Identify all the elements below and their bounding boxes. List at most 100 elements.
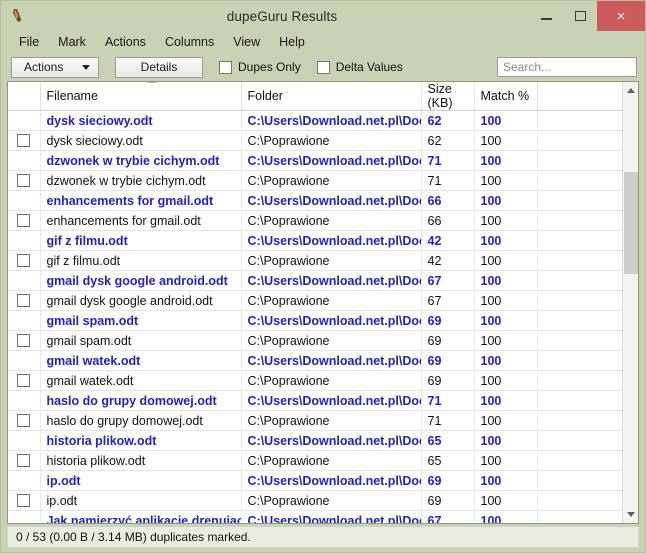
row-mark-cell[interactable] (8, 330, 41, 351)
sort-ascending-icon (147, 82, 156, 83)
checkbox-icon[interactable] (17, 494, 31, 508)
row-size-cell: 62 (421, 130, 475, 151)
row-folder-cell: C:\Poprawione (241, 490, 422, 511)
column-header-mark[interactable] (8, 82, 41, 111)
search-input[interactable]: Search... (497, 57, 637, 77)
results-table-scroll: Filename Folder Size (KB) Match % dysk s… (8, 82, 622, 523)
row-filler-cell (537, 290, 622, 311)
delta-values-checkbox[interactable]: Delta Values (316, 60, 403, 74)
row-filename-cell: gmail watek.odt (40, 370, 242, 391)
checkbox-icon[interactable] (17, 334, 31, 348)
menu-item-mark[interactable]: Mark (50, 33, 97, 51)
column-header-match[interactable]: Match % (474, 82, 538, 111)
table-row[interactable]: haslo do grupy domowej.odt C:\Users\Downl… (8, 390, 622, 411)
row-mark-cell[interactable] (8, 490, 41, 511)
row-folder-cell: C:\Users\Download.net.pl\Docum... (241, 430, 422, 451)
row-filler-cell (537, 450, 622, 471)
row-match-cell: 100 (474, 490, 538, 511)
checkbox-icon[interactable] (17, 454, 31, 468)
table-row[interactable]: enhancements for gmail.odt C:\Users\Downl… (8, 190, 622, 211)
menu-item-view[interactable]: View (225, 33, 271, 51)
menu-item-help[interactable]: Help (271, 33, 316, 51)
table-row[interactable]: ip.odt C:\Poprawione 69 100 (8, 490, 622, 511)
row-mark-cell[interactable] (8, 130, 41, 151)
table-row[interactable]: haslo do grupy domowej.odt C:\Poprawione 7… (8, 410, 622, 431)
row-size-cell: 71 (421, 390, 475, 411)
row-filename-cell: gmail dysk google android.odt (40, 290, 242, 311)
checkbox-icon[interactable] (17, 214, 31, 228)
row-filler-cell (537, 270, 622, 291)
table-row[interactable]: dzwonek w trybie cichym.odt C:\Poprawione… (8, 170, 622, 191)
row-mark-cell (8, 510, 41, 523)
column-header-filename[interactable]: Filename (40, 82, 242, 111)
scrollbar-down-button[interactable] (623, 506, 639, 523)
row-mark-cell[interactable] (8, 370, 41, 391)
checkbox-icon[interactable] (17, 174, 31, 188)
scroll-down-icon (626, 512, 635, 517)
row-folder-cell: C:\Poprawione (241, 250, 422, 271)
table-row[interactable]: gif z filmu.odt C:\Users\Download.net.pl\… (8, 230, 622, 251)
row-mark-cell[interactable] (8, 450, 41, 471)
table-row[interactable]: gif z filmu.odt C:\Poprawione 42 100 (8, 250, 622, 271)
row-folder-cell: C:\Poprawione (241, 370, 422, 391)
table-row[interactable]: historia plikow.odt C:\Poprawione 65 100 (8, 450, 622, 471)
table-row[interactable]: dzwonek w trybie cichym.odt C:\Users\Down… (8, 150, 622, 171)
checkbox-icon (219, 60, 232, 74)
table-row[interactable]: gmail spam.odt C:\Users\Download.net.pl\D… (8, 310, 622, 331)
menu-item-columns[interactable]: Columns (157, 33, 225, 51)
row-mark-cell (8, 190, 41, 211)
row-folder-cell: C:\Users\Download.net.pl\Docum... (241, 270, 422, 291)
row-size-cell: 42 (421, 250, 475, 271)
menu-item-actions[interactable]: Actions (97, 33, 157, 51)
row-filename-cell: historia plikow.odt (40, 430, 242, 451)
row-mark-cell[interactable] (8, 250, 41, 271)
chevron-down-icon (82, 64, 90, 70)
row-mark-cell[interactable] (8, 290, 41, 311)
table-row[interactable]: gmail spam.odt C:\Poprawione 69 100 (8, 330, 622, 351)
table-row[interactable]: ip.odtC:\Users\Download.net.pl\Docum...6… (8, 470, 622, 491)
table-row[interactable]: gmail dysk google android.odt C:\Users\Do… (8, 270, 622, 291)
row-mark-cell[interactable] (8, 170, 41, 191)
vertical-scrollbar[interactable] (622, 82, 638, 523)
checkbox-icon[interactable] (17, 294, 31, 308)
table-row[interactable]: gmail watek.odt C:\Users\Download.net.pl\… (8, 350, 622, 371)
row-match-cell: 100 (474, 410, 538, 431)
maximize-icon (574, 11, 586, 21)
row-filler-cell (537, 390, 622, 411)
checkbox-icon[interactable] (17, 374, 31, 388)
row-mark-cell[interactable] (8, 410, 41, 431)
delta-values-label: Delta Values (335, 60, 403, 74)
actions-button[interactable]: Actions (11, 56, 99, 78)
column-header-size[interactable]: Size (KB) (421, 82, 475, 111)
table-row[interactable]: gmail watek.odt C:\Poprawione 69 100 (8, 370, 622, 391)
row-filler-cell (537, 150, 622, 171)
scrollbar-thumb[interactable] (623, 172, 638, 274)
row-filename-cell: ip.odt (40, 470, 242, 491)
scrollbar-up-button[interactable] (623, 82, 639, 99)
row-mark-cell[interactable] (8, 210, 41, 231)
table-row[interactable]: gmail dysk google android.odt C:\Poprawio… (8, 290, 622, 311)
checkbox-icon[interactable] (17, 414, 31, 428)
close-button[interactable]: × (597, 1, 645, 31)
checkbox-icon[interactable] (17, 254, 31, 268)
details-button[interactable]: Details (115, 56, 203, 78)
row-size-cell: 71 (421, 150, 475, 171)
table-row[interactable]: dysk sieciowy.odt C:\Poprawione 62 100 (8, 130, 622, 151)
maximize-button[interactable] (563, 1, 597, 31)
table-row[interactable]: enhancements for gmail.odt C:\Poprawione 6… (8, 210, 622, 231)
table-row[interactable]: historia plikow.odt C:\Users\Download.net… (8, 430, 622, 451)
minimize-button[interactable] (529, 1, 563, 31)
scrollbar-track[interactable] (623, 99, 639, 506)
row-match-cell: 100 (474, 370, 538, 391)
dupes-only-checkbox[interactable]: Dupes Only (219, 60, 301, 74)
table-row[interactable]: Jak namierzyć aplikacje drenujące ...C:\… (8, 510, 622, 523)
table-row[interactable]: dysk sieciowy.odt C:\Users\Download.net.p… (8, 110, 622, 131)
row-match-cell: 100 (474, 190, 538, 211)
menu-item-file[interactable]: File (11, 33, 50, 51)
row-folder-cell: C:\Users\Download.net.pl\Docum... (241, 230, 422, 251)
row-filler-cell (537, 370, 622, 391)
title-bar: dupeGuru Results × (1, 1, 645, 31)
column-header-folder[interactable]: Folder (241, 82, 422, 111)
checkbox-icon[interactable] (17, 134, 31, 148)
row-filler-cell (537, 350, 622, 371)
